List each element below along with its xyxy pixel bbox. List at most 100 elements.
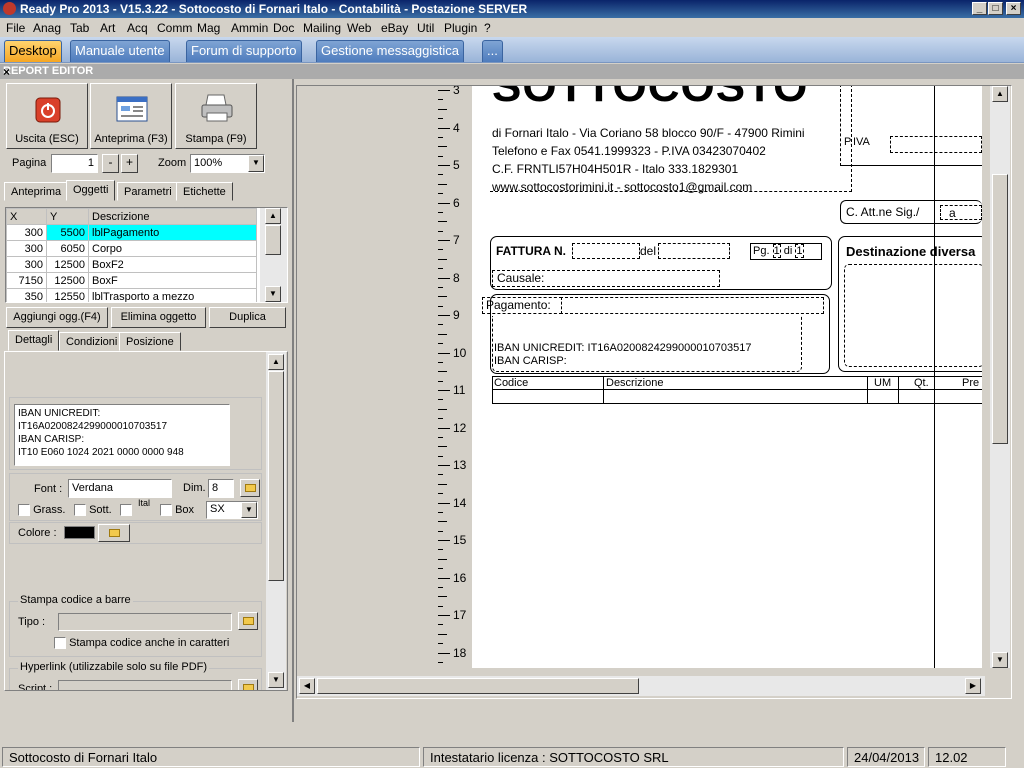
tab-dettagli[interactable]: Dettagli	[8, 330, 60, 351]
underline-checkbox[interactable]	[74, 504, 86, 517]
menu-ammin[interactable]: Ammin	[231, 21, 268, 35]
bold-checkbox[interactable]	[18, 504, 30, 517]
box-checkbox[interactable]	[160, 504, 172, 517]
zoom-select[interactable]: 100% ▼	[190, 154, 265, 173]
italic-checkbox[interactable]	[120, 504, 132, 517]
date-field[interactable]	[658, 243, 730, 259]
menu-tab[interactable]: Tab	[70, 21, 89, 35]
table-row[interactable]: 300 5500 lblPagamento	[6, 224, 257, 241]
tab-etichette[interactable]: Etichette	[176, 182, 233, 201]
scroll-up-icon[interactable]: ▲	[265, 208, 281, 224]
tab-anteprima[interactable]: Anteprima	[4, 182, 69, 201]
duplicate-button[interactable]: Duplica	[209, 307, 286, 328]
box-option[interactable]: Box	[160, 504, 194, 517]
destination-field[interactable]	[844, 264, 982, 367]
causale-field[interactable]: Causale:	[492, 270, 720, 287]
menu-web[interactable]: Web	[347, 21, 371, 35]
scroll-down-icon[interactable]: ▼	[992, 652, 1008, 668]
col-descrizione[interactable]: Descrizione	[88, 208, 257, 225]
table-row[interactable]: 300 6050 Corpo	[6, 240, 257, 257]
exit-button[interactable]: Uscita (ESC)	[6, 83, 88, 149]
barcode-type-select[interactable]	[58, 613, 232, 631]
preview-vscrollbar[interactable]: ▲ ▼	[990, 86, 1010, 668]
payment-label-field[interactable]: Pagamento:	[482, 297, 562, 314]
delete-object-button[interactable]: Elimina oggetto	[111, 307, 206, 328]
piva-label[interactable]: P.IVA	[844, 136, 894, 152]
table-row[interactable]: 350 12550 lblTrasporto a mezzo	[6, 288, 257, 302]
bold-option[interactable]: Grass.	[18, 504, 65, 517]
tab-forum[interactable]: Forum di supporto	[186, 40, 302, 62]
details-scrollbar[interactable]: ▲ ▼	[266, 352, 286, 690]
text-content-field[interactable]: IBAN UNICREDIT: IT16A0200824299000010703…	[14, 404, 230, 466]
tab-manuale-utente[interactable]: Manuale utente	[70, 40, 170, 62]
menu-plugin[interactable]: Plugin	[444, 21, 477, 35]
scroll-down-icon[interactable]: ▼	[265, 286, 281, 302]
color-swatch[interactable]	[64, 526, 95, 539]
scroll-up-icon[interactable]: ▲	[992, 86, 1008, 102]
menu-file[interactable]: File	[6, 21, 25, 35]
folder-icon[interactable]	[238, 679, 258, 690]
tab-messaggistica[interactable]: Gestione messaggistica	[316, 40, 465, 62]
barcode-chars-checkbox[interactable]	[54, 637, 66, 650]
table-row[interactable]: 300 12500 BoxF2	[6, 256, 257, 273]
font-size-input[interactable]: 8	[208, 479, 234, 498]
table-row[interactable]: 7150 12500 BoxF	[6, 272, 257, 289]
font-input[interactable]: Verdana	[68, 479, 172, 498]
preview-button[interactable]: Anteprima (F3)	[90, 83, 172, 149]
page-prev-button[interactable]: -	[102, 154, 119, 173]
iban-text[interactable]: IBAN UNICREDIT: IT16A0200824299000010703…	[494, 342, 751, 368]
maximize-button[interactable]: □	[988, 2, 1003, 15]
close-button[interactable]: ×	[1006, 2, 1021, 15]
scroll-down-icon[interactable]: ▼	[268, 672, 284, 688]
columns-header[interactable]	[492, 376, 982, 404]
scroll-left-icon[interactable]: ◀	[299, 678, 315, 694]
tab-more[interactable]: ...	[482, 40, 503, 62]
scroll-thumb[interactable]	[992, 174, 1008, 444]
tab-oggetti[interactable]: Oggetti	[66, 180, 116, 201]
italic-option[interactable]	[120, 504, 132, 517]
objects-scrollbar[interactable]: ▲ ▼	[260, 208, 287, 302]
folder-icon[interactable]	[240, 479, 260, 497]
menu-anag[interactable]: Anag	[33, 21, 61, 35]
scroll-thumb[interactable]	[268, 371, 284, 581]
page-counter[interactable]: Pg. 1 di 1	[750, 243, 822, 260]
menu-util[interactable]: Util	[417, 21, 434, 35]
chevron-down-icon[interactable]: ▼	[241, 502, 257, 518]
scroll-right-icon[interactable]: ▶	[965, 678, 981, 694]
company-info[interactable]: di Fornari Italo - Via Coriano 58 blocco…	[492, 124, 805, 196]
tab-posizione[interactable]: Posizione	[119, 332, 181, 351]
tab-condizioni[interactable]: Condizioni	[59, 332, 125, 351]
report-editor-close-button[interactable]: ×	[3, 65, 1020, 79]
menu-ebay[interactable]: eBay	[381, 21, 408, 35]
invoice-number-field[interactable]	[572, 243, 640, 259]
col-x[interactable]: X	[6, 208, 47, 225]
barcode-chars-option[interactable]: Stampa codice anche in caratteri	[54, 637, 229, 650]
add-object-button[interactable]: Aggiungi ogg.(F4)	[6, 307, 108, 328]
menu-comm[interactable]: Comm	[157, 21, 192, 35]
menu-mag[interactable]: Mag	[197, 21, 220, 35]
menu-acq[interactable]: Acq	[127, 21, 148, 35]
menu-art[interactable]: Art	[100, 21, 115, 35]
page-input[interactable]: 1	[51, 154, 98, 173]
folder-icon[interactable]	[238, 612, 258, 630]
page-next-button[interactable]: +	[121, 154, 138, 173]
folder-icon[interactable]	[98, 524, 130, 542]
payment-field[interactable]	[560, 297, 824, 314]
tab-parametri[interactable]: Parametri	[117, 182, 179, 201]
print-button[interactable]: Stampa (F9)	[175, 83, 257, 149]
menu-doc[interactable]: Doc	[273, 21, 294, 35]
underline-option[interactable]: Sott.	[74, 504, 112, 517]
align-select[interactable]: SX ▼	[206, 501, 258, 519]
menu-mailing[interactable]: Mailing	[303, 21, 341, 35]
client-box[interactable]	[840, 86, 982, 166]
minimize-button[interactable]: _	[972, 2, 987, 15]
preview-hscrollbar[interactable]: ◀ ▶	[297, 676, 985, 696]
scroll-thumb[interactable]	[317, 678, 639, 694]
scroll-thumb[interactable]	[265, 225, 281, 255]
script-input[interactable]	[58, 680, 232, 690]
attention-field[interactable]: a	[940, 205, 982, 220]
scroll-up-icon[interactable]: ▲	[268, 354, 284, 370]
menu-help[interactable]: ?	[484, 21, 491, 35]
col-y[interactable]: Y	[46, 208, 89, 225]
tab-desktop[interactable]: Desktop	[4, 40, 62, 62]
